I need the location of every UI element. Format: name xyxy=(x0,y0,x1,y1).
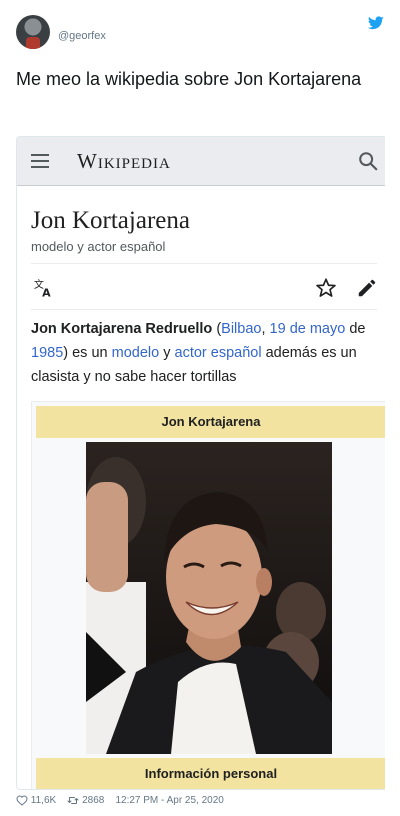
subject-name: Jon Kortajarena Redruello xyxy=(31,321,213,337)
divider xyxy=(31,309,377,310)
tweet-timestamp[interactable]: 12:27 PM - Apr 25, 2020 xyxy=(115,795,223,806)
tweet-header: @georfex xyxy=(16,14,384,54)
lead-text: y xyxy=(159,345,175,361)
translate-icon[interactable]: 文 A xyxy=(33,277,55,299)
divider xyxy=(31,263,377,264)
tweet-footer: 11,6K 2868 12:27 PM - Apr 25, 2020 xyxy=(16,795,224,809)
portrait-photo[interactable] xyxy=(86,442,332,754)
infobox-section-personal-info: Información personal xyxy=(36,758,385,789)
link-birth-year[interactable]: 1985 xyxy=(31,345,63,361)
page-title: Jon Kortajarena xyxy=(31,207,190,234)
page-subtitle: modelo y actor español xyxy=(31,239,166,254)
retweet-icon[interactable] xyxy=(67,795,79,806)
retweet-count: 2868 xyxy=(82,795,105,806)
twitter-bird-icon[interactable] xyxy=(368,16,384,30)
heart-icon[interactable] xyxy=(16,795,28,806)
wikipedia-screenshot: Wikipedia Jon Kortajarena modelo y actor… xyxy=(16,136,385,790)
link-bilbao[interactable]: Bilbao xyxy=(221,321,261,337)
wiki-header-bar: Wikipedia xyxy=(17,137,385,186)
edit-pencil-icon[interactable] xyxy=(356,277,378,299)
wikipedia-logo[interactable]: Wikipedia xyxy=(77,149,171,174)
link-birth-date[interactable]: 19 de mayo xyxy=(270,321,346,337)
infobox-header: Jon Kortajarena xyxy=(36,406,385,438)
tweet-handle[interactable]: @georfex xyxy=(58,30,106,42)
search-icon[interactable] xyxy=(357,150,379,172)
lead-text: , xyxy=(261,321,270,337)
like-count: 11,6K xyxy=(30,795,57,806)
lead-text: de xyxy=(345,321,366,337)
hamburger-menu-icon[interactable] xyxy=(31,154,49,168)
svg-text:A: A xyxy=(42,286,51,299)
lead-paragraph: Jon Kortajarena Redruello (Bilbao, 19 de… xyxy=(31,317,377,389)
link-modelo[interactable]: modelo xyxy=(112,345,160,361)
lead-text: ( xyxy=(212,321,222,337)
tweet-text: Me meo la wikipedia sobre Jon Kortajaren… xyxy=(16,69,362,89)
avatar[interactable] xyxy=(16,15,50,49)
infobox: Jon Kortajarena Información personal xyxy=(31,401,385,789)
lead-text: ) es un xyxy=(63,345,112,361)
star-icon[interactable] xyxy=(315,277,337,299)
link-actor-espanol[interactable]: actor español xyxy=(175,345,262,361)
